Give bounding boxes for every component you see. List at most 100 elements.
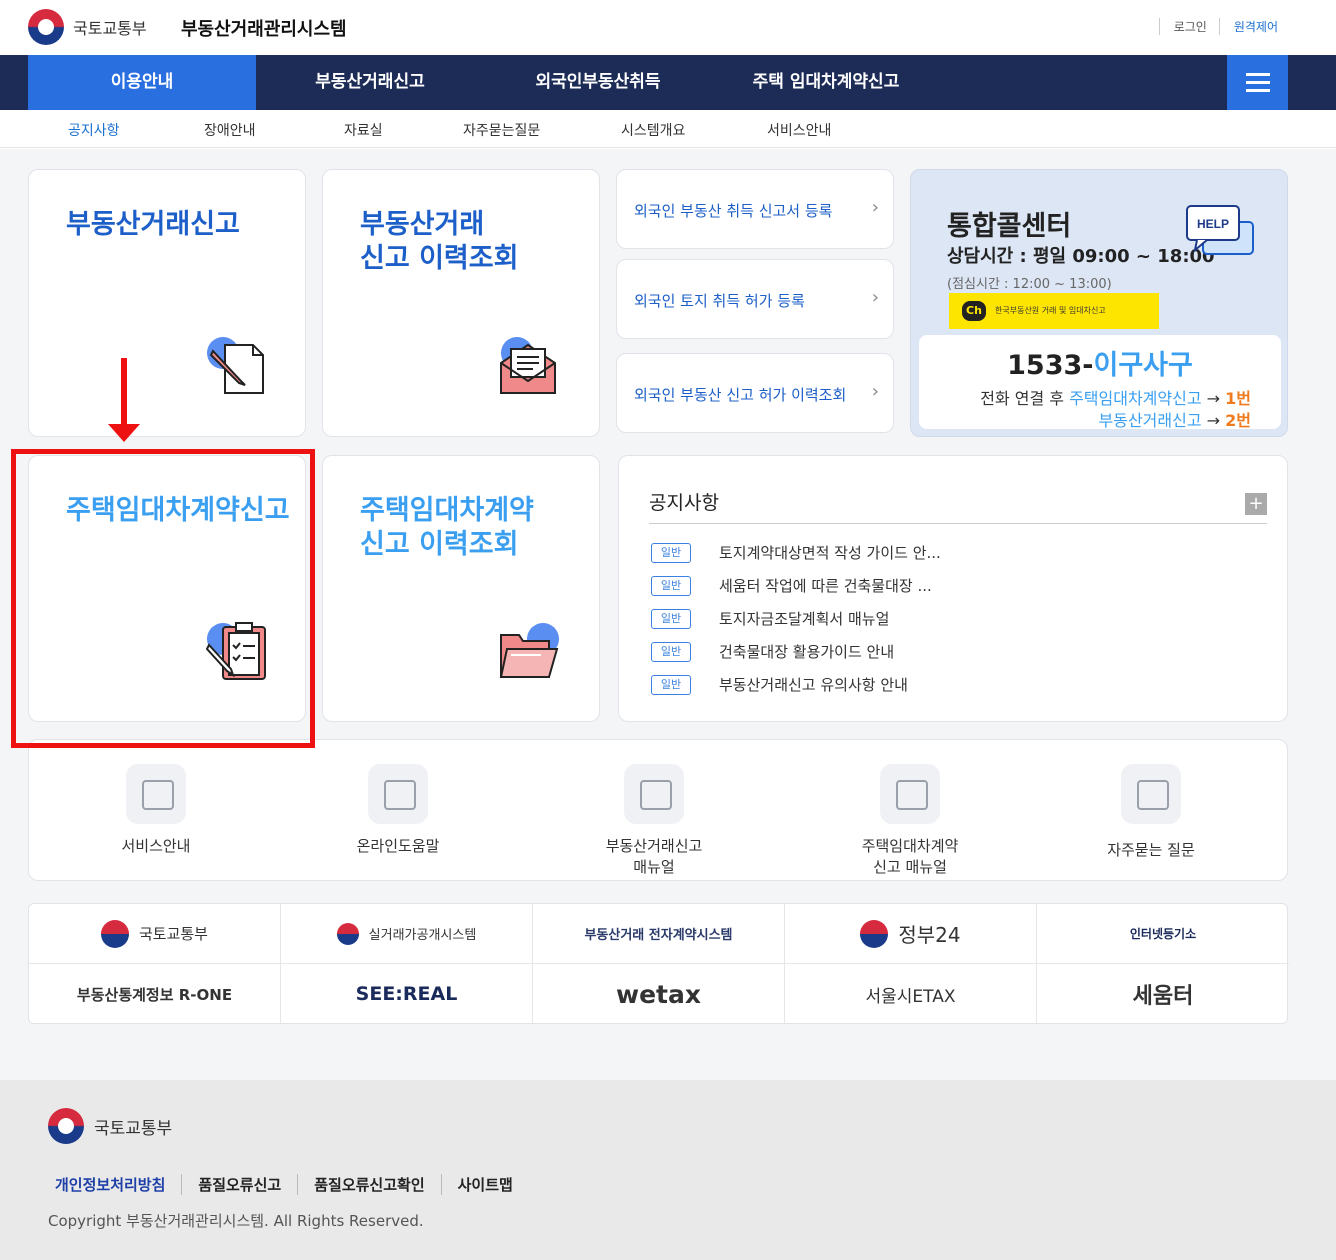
gnb-usage-guide[interactable]: 이용안내 (28, 55, 256, 110)
quick-menu: 서비스안내 온라인도움말 부동산거래신고 매뉴얼 주택임대차계약 신고 매뉴얼 … (28, 739, 1288, 881)
subnav-system-overview[interactable]: 시스템개요 (621, 120, 685, 140)
hamburger-menu-button[interactable] (1227, 55, 1288, 110)
banner-label: 인터넷등기소 (1129, 927, 1197, 941)
quick-lease-manual[interactable]: 주택임대차계약 신고 매뉴얼 (835, 764, 985, 878)
gnb-trade-report[interactable]: 부동산거래신고 (256, 55, 484, 110)
hamburger-icon (1246, 73, 1270, 76)
banner-gov24[interactable]: 정부24 (785, 904, 1037, 964)
call-center-title: 통합콜센터 (947, 211, 1072, 242)
sitemap-link[interactable]: 사이트맵 (440, 1174, 529, 1195)
chevron-right-icon: › (871, 197, 879, 218)
chevron-right-icon: › (871, 381, 879, 402)
question-bubble-icon (624, 764, 684, 824)
footer-org-name: 국토교통부 (94, 1118, 173, 1139)
book-chat-icon (126, 764, 186, 824)
highlight-box (11, 449, 315, 748)
footer: 국토교통부 개인정보처리방침 품질오류신고 품질오류신고확인 사이트맵 Copy… (0, 1080, 1336, 1260)
taegeuk-emblem-icon (336, 922, 359, 945)
link-foreign-permit-history[interactable]: 외국인 부동산 신고 허가 이력조회 › (616, 353, 894, 433)
quick-label: 자주묻는 질문 (1107, 841, 1195, 859)
category-badge: 일반 (651, 641, 691, 662)
kakao-channel-button[interactable]: Ch 한국부동산원 거래 및 임대차신고 (949, 293, 1159, 329)
line-number: 1번 (1225, 389, 1251, 408)
subnav-outage[interactable]: 장애안내 (204, 120, 256, 140)
org-logo[interactable]: 국토교통부 (28, 9, 147, 45)
sub-nav: 공지사항 장애안내 자료실 자주묻는질문 시스템개요 서비스안내 (0, 110, 1336, 148)
link-foreign-acquisition-register[interactable]: 외국인 부동산 취득 신고서 등록 › (616, 169, 894, 249)
banner-r-one[interactable]: 부동산통계정보 R-ONE (29, 964, 281, 1024)
org-name: 국토교통부 (73, 19, 147, 38)
banner-real-price[interactable]: 실거래가공개시스템 (281, 904, 533, 964)
card-title: 주택임대차계약 신고 이력조회 (360, 495, 534, 560)
banner-internet-registry[interactable]: 인터넷등기소 (1037, 904, 1289, 964)
subnav-library[interactable]: 자료실 (344, 120, 383, 140)
trade-history-card[interactable]: 부동산거래 신고 이력조회 (322, 169, 600, 437)
card-title: 부동산거래신고 (66, 209, 240, 240)
line-service: 부동산거래신고 (1098, 411, 1202, 430)
hamburger-icon-bar (1246, 81, 1270, 84)
link-foreign-land-permit[interactable]: 외국인 토지 취득 허가 등록 › (616, 259, 894, 339)
subnav-notice[interactable]: 공지사항 (68, 120, 120, 140)
line-prefix: 전화 연결 후 (980, 389, 1070, 408)
taegeuk-emblem-icon (48, 1108, 84, 1144)
category-badge: 일반 (651, 674, 691, 695)
subnav-faq[interactable]: 자주묻는질문 (463, 120, 540, 140)
login-link[interactable]: 로그인 (1158, 18, 1207, 35)
gnb-lease-report[interactable]: 주택 임대차계약신고 (712, 55, 940, 110)
quality-error-report-link[interactable]: 품질오류신고 (181, 1174, 297, 1195)
banner-molit[interactable]: 국토교통부 (29, 904, 281, 964)
subnav-service-guide[interactable]: 서비스안내 (767, 120, 831, 140)
banner-seoul-etax[interactable]: 서울시ETAX (785, 964, 1037, 1024)
banner-seumteo[interactable]: 세움터 (1037, 964, 1289, 1024)
banner-label: 정부24 (898, 923, 961, 947)
phone-number-digits: 1533- (1007, 350, 1094, 381)
notice-item[interactable]: 일반 토지자금조달계획서 매뉴얼 (651, 608, 889, 629)
quick-service-guide[interactable]: 서비스안내 (81, 764, 231, 857)
quick-online-help[interactable]: 온라인도움말 (323, 764, 473, 857)
utility-links: 로그인 원격제어 (1158, 18, 1278, 35)
taegeuk-emblem-icon (860, 919, 889, 948)
system-title[interactable]: 부동산거래관리시스템 (181, 15, 347, 41)
banner-label: 실거래가공개시스템 (368, 928, 477, 943)
notice-item[interactable]: 일반 부동산거래신고 유의사항 안내 (651, 674, 908, 695)
quality-error-check-link[interactable]: 품질오류신고확인 (297, 1174, 440, 1195)
footer-links: 개인정보처리방침 품질오류신고 품질오류신고확인 사이트맵 (42, 1174, 529, 1195)
mail-letter-icon (500, 337, 556, 394)
help-text: HELP (1197, 217, 1229, 231)
global-nav: 이용안내 부동산거래신고 외국인부동산취득 주택 임대차계약신고 (0, 55, 1336, 110)
more-plus-icon[interactable]: + (1245, 493, 1267, 515)
banner-seereal[interactable]: SEE:REAL (281, 964, 533, 1024)
notice-item[interactable]: 일반 세움터 작업에 따른 건축물대장 ... (651, 575, 932, 596)
help-speech-bubble-icon: HELP (1186, 205, 1254, 255)
lease-history-card[interactable]: 주택임대차계약 신고 이력조회 (322, 455, 600, 722)
copyright: Copyright 부동산거래관리시스템. All Rights Reserve… (48, 1212, 424, 1230)
link-label: 외국인 부동산 취득 신고서 등록 (634, 202, 833, 220)
info-book-icon (1121, 764, 1181, 824)
category-badge: 일반 (651, 575, 691, 596)
notice-item[interactable]: 일반 토지계약대상면적 작성 가이드 안... (651, 542, 941, 563)
banner-label: 국토교통부 (138, 925, 208, 943)
call-center-hours: 상담시간 : 평일 09:00 ~ 18:00 (947, 246, 1215, 267)
edit-document-icon (880, 764, 940, 824)
privacy-policy-link[interactable]: 개인정보처리방침 (42, 1174, 181, 1195)
top-header: 국토교통부 부동산거래관리시스템 로그인 원격제어 (0, 0, 1336, 55)
gnb-foreign-acquisition[interactable]: 외국인부동산취득 (484, 55, 712, 110)
quick-trade-manual[interactable]: 부동산거래신고 매뉴얼 (579, 764, 729, 878)
taegeuk-emblem-icon (100, 919, 129, 948)
banner-wetax[interactable]: wetax (533, 964, 785, 1024)
card-title: 부동산거래 신고 이력조회 (360, 209, 519, 274)
folder-icon (499, 623, 559, 678)
trade-report-card[interactable]: 부동산거래신고 (28, 169, 306, 437)
remote-control-link[interactable]: 원격제어 (1218, 18, 1278, 35)
banner-label: 세움터 (1132, 984, 1194, 1009)
banner-label: wetax (616, 979, 701, 1009)
phone-number-word: 이구사구 (1093, 350, 1193, 381)
banner-e-contract[interactable]: 부동산거래 전자계약시스템 (533, 904, 785, 964)
quick-faq[interactable]: 자주묻는 질문 (1076, 764, 1226, 861)
phone-number: 1533-이구사구 (919, 343, 1281, 382)
mobile-help-icon (368, 764, 428, 824)
category-badge: 일반 (651, 608, 691, 629)
phone-info-box: 1533-이구사구 전화 연결 후 주택임대차계약신고 → 1번 부동산거래신고… (919, 335, 1281, 430)
notice-item[interactable]: 일반 건축물대장 활용가이드 안내 (651, 641, 894, 662)
banner-label: 부동산통계정보 R-ONE (76, 985, 233, 1004)
